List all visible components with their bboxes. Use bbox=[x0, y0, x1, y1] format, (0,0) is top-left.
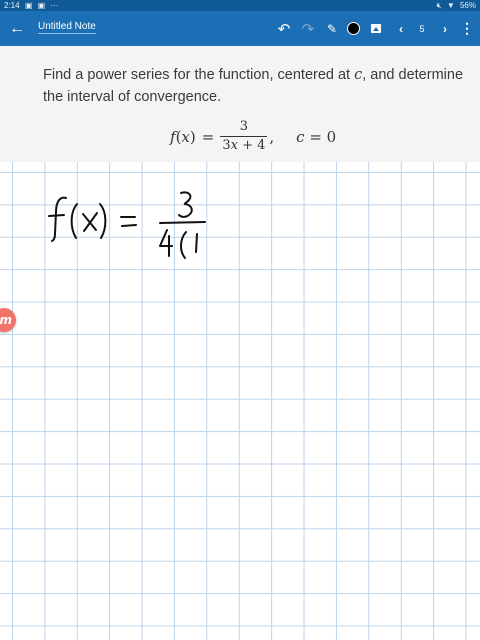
redo-icon: ↷ bbox=[301, 20, 315, 38]
lhs-close-paren: ) bbox=[189, 127, 196, 146]
ink-stroke-equals-bottom bbox=[121, 224, 137, 227]
problem-line-1-suffix: , and determine bbox=[362, 67, 464, 83]
color-picker-button[interactable] bbox=[346, 11, 360, 46]
mute-icon: 🔇︎ bbox=[436, 1, 442, 10]
ink-stroke-one bbox=[195, 233, 198, 253]
equation-comma: , bbox=[269, 127, 275, 146]
previous-page-button[interactable]: ‹ bbox=[394, 11, 408, 46]
fraction-numerator: 3 bbox=[239, 119, 248, 134]
condition-value: = 0 bbox=[304, 127, 337, 146]
denominator-constant: + 4 bbox=[237, 138, 266, 153]
condition-variable: c bbox=[296, 127, 305, 146]
chevron-left-icon: ‹ bbox=[399, 21, 403, 36]
ink-stroke-close-paren bbox=[99, 203, 107, 239]
center-condition: c = 0 bbox=[296, 128, 336, 146]
lhs-variable: x bbox=[181, 127, 190, 146]
arrow-left-icon: ← bbox=[9, 19, 25, 37]
gallery-notification-icon: ▣ bbox=[37, 1, 46, 10]
equation-lhs: f(x) bbox=[170, 128, 196, 146]
image-icon bbox=[371, 24, 381, 33]
ink-stroke-f-bar bbox=[48, 214, 65, 217]
badge-letter: m bbox=[0, 313, 12, 327]
ink-stroke-three bbox=[178, 191, 193, 218]
status-left: 2:14 ▣ ▣ ··· bbox=[4, 0, 61, 11]
chevron-right-icon: › bbox=[443, 21, 447, 36]
app-toolbar: ← Untitled Note ↶ ↷ ✎ ‹ 5 › ⋮ bbox=[0, 11, 480, 46]
ink-stroke-four-a bbox=[159, 229, 173, 247]
problem-line-2: the interval of convergence. bbox=[43, 89, 222, 105]
function-equation: f(x) = 3 3x + 4 , c = 0 bbox=[170, 118, 336, 155]
pen-tool-button[interactable]: ✎ bbox=[324, 11, 340, 46]
undo-button[interactable]: ↶ bbox=[276, 11, 292, 46]
more-vertical-icon: ⋮ bbox=[460, 20, 474, 36]
problem-line-1: Find a power series for the function, ce… bbox=[43, 64, 480, 86]
page-number: 5 bbox=[419, 23, 425, 34]
redo-button[interactable]: ↷ bbox=[300, 11, 316, 46]
problem-line-1-prefix: Find a power series for the function, ce… bbox=[43, 67, 355, 83]
fraction: 3 3x + 4 bbox=[220, 118, 268, 155]
undo-icon: ↶ bbox=[277, 20, 291, 38]
note-title[interactable]: Untitled Note bbox=[38, 21, 96, 34]
denominator-variable: x bbox=[230, 138, 238, 153]
problem-text: Find a power series for the function, ce… bbox=[43, 64, 480, 108]
handwriting-strokes bbox=[48, 191, 206, 259]
ink-stroke-den-paren bbox=[180, 231, 187, 259]
denominator-coefficient: 3 bbox=[222, 138, 231, 153]
image-notification-icon: ▣ bbox=[24, 1, 33, 10]
pen-icon: ✎ bbox=[326, 21, 338, 36]
ink-stroke-f bbox=[51, 196, 67, 242]
more-options-button[interactable]: ⋮ bbox=[460, 11, 474, 46]
fraction-denominator: 3x + 4 bbox=[220, 137, 267, 155]
problem-statement: Find a power series for the function, ce… bbox=[0, 46, 480, 162]
more-notifications-icon: ··· bbox=[50, 1, 59, 10]
ink-stroke-fraction-bar bbox=[159, 221, 206, 224]
wifi-icon: ▼ bbox=[446, 1, 455, 10]
battery-level: 56% bbox=[459, 1, 476, 10]
color-dot-icon bbox=[346, 22, 360, 35]
back-button[interactable]: ← bbox=[6, 11, 28, 46]
insert-image-button[interactable] bbox=[368, 11, 384, 46]
status-right: 🔇︎ ▼ 56% bbox=[434, 0, 476, 11]
status-bar: 2:14 ▣ ▣ ··· 🔇︎ ▼ 56% bbox=[0, 0, 480, 11]
ink-stroke-open-paren bbox=[70, 203, 78, 239]
equals-sign: = bbox=[201, 127, 215, 146]
next-page-button[interactable]: › bbox=[438, 11, 452, 46]
status-time: 2:14 bbox=[4, 1, 20, 10]
